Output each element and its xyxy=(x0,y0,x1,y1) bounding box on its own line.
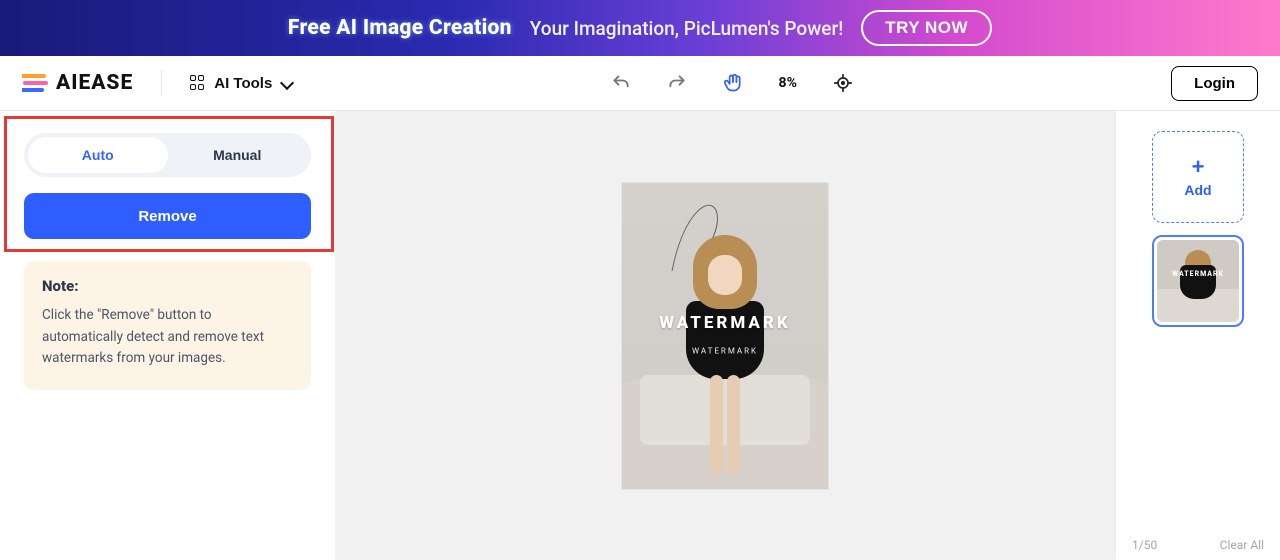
topbar: AIEASE AI Tools 8% Login xyxy=(0,56,1280,111)
rightbar-footer: 1/50 Clear All xyxy=(1132,530,1264,552)
right-sidebar: + Add WATERMARK 1/50 Clear All xyxy=(1115,111,1280,560)
tab-manual[interactable]: Manual xyxy=(168,137,308,173)
note-card: Note: Click the "Remove" button to autom… xyxy=(24,261,311,390)
canvas-image[interactable]: WATERMARK WATERMARK xyxy=(622,183,828,489)
clear-all-button[interactable]: Clear All xyxy=(1220,538,1264,552)
thumbnail-selected[interactable]: WATERMARK xyxy=(1152,235,1244,327)
image-counter: 1/50 xyxy=(1132,538,1157,552)
tab-auto[interactable]: Auto xyxy=(28,137,168,173)
grid-icon xyxy=(190,75,206,91)
mode-segmented-control: Auto Manual xyxy=(24,133,311,177)
add-image-button[interactable]: + Add xyxy=(1152,131,1244,223)
login-button[interactable]: Login xyxy=(1171,66,1258,101)
promo-title: Free AI Image Creation xyxy=(288,16,512,40)
watermark-text: WATERMARK xyxy=(659,313,791,333)
plus-icon: + xyxy=(1192,156,1205,178)
pan-hand-button[interactable] xyxy=(723,73,743,93)
undo-button[interactable] xyxy=(611,73,631,93)
separator xyxy=(161,70,162,96)
promo-banner: Free AI Image Creation Your Imagination,… xyxy=(0,0,1280,56)
editor-canvas[interactable]: WATERMARK WATERMARK xyxy=(335,111,1115,560)
zoom-level: 8% xyxy=(779,75,797,91)
main-area: Auto Manual Remove Note: Click the "Remo… xyxy=(0,111,1280,560)
promo-subtitle: Your Imagination, PicLumen's Power! xyxy=(530,17,843,40)
ai-tools-dropdown[interactable]: AI Tools xyxy=(190,75,292,92)
remove-button[interactable]: Remove xyxy=(24,193,311,239)
center-target-button[interactable] xyxy=(833,73,853,93)
note-body: Click the "Remove" button to automatical… xyxy=(42,305,293,370)
watermark-subtext: WATERMARK xyxy=(692,346,758,355)
add-label: Add xyxy=(1184,182,1211,198)
canvas-toolbar: 8% xyxy=(310,73,1153,93)
brand-name: AIEASE xyxy=(56,71,133,95)
chevron-down-icon xyxy=(280,76,294,90)
thumbnail-watermark: WATERMARK xyxy=(1172,270,1224,278)
redo-button[interactable] xyxy=(667,73,687,93)
try-now-button[interactable]: TRY NOW xyxy=(861,10,992,46)
left-sidebar: Auto Manual Remove Note: Click the "Remo… xyxy=(0,111,335,560)
note-title: Note: xyxy=(42,277,293,295)
ai-tools-label: AI Tools xyxy=(214,75,272,92)
brand-logo[interactable]: AIEASE xyxy=(22,71,133,95)
brand-icon xyxy=(22,73,48,93)
